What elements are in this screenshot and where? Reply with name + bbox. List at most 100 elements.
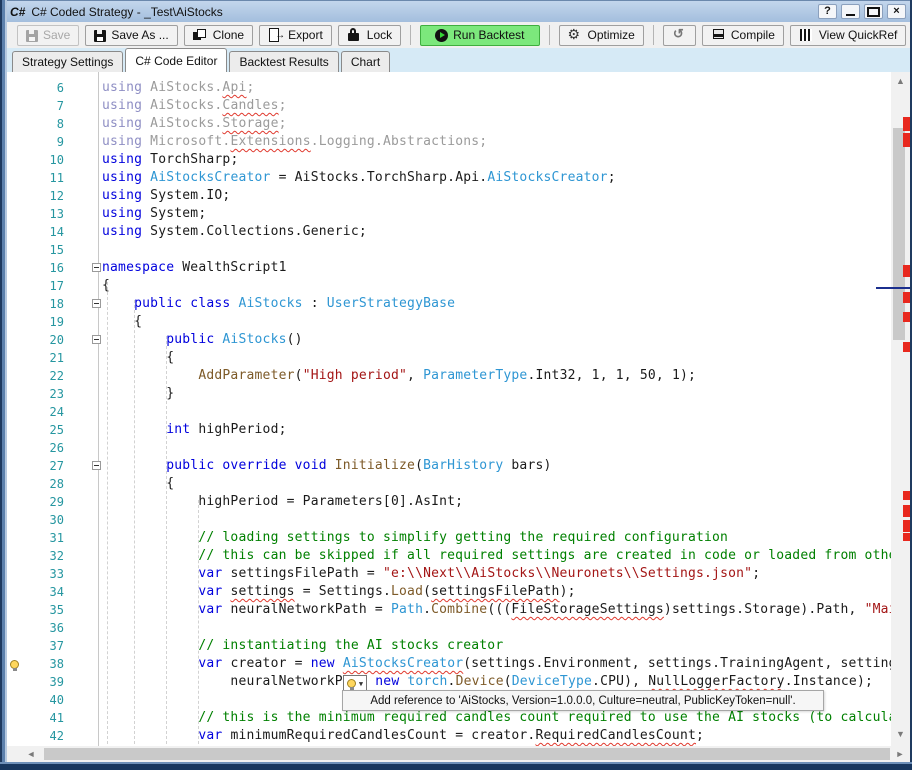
code-token: } — [102, 386, 174, 401]
help-button[interactable]: ? — [818, 4, 837, 19]
error-mark — [903, 342, 910, 352]
compile-button[interactable]: Compile — [702, 25, 784, 46]
line-number: 17 — [7, 277, 64, 295]
code-line-27: 27 public override void Initialize(BarHi… — [7, 457, 903, 475]
tab-strategy-settings[interactable]: Strategy Settings — [12, 51, 123, 72]
button-label: Run Backtest — [453, 28, 524, 42]
code-token: using — [102, 224, 150, 239]
code-token: using — [102, 170, 150, 185]
code-token: { — [102, 278, 110, 293]
margin-lightbulb-icon[interactable] — [10, 658, 19, 672]
code-line-22: 22 AddParameter("High period", Parameter… — [7, 367, 903, 385]
code-token: AddParameter — [198, 368, 294, 383]
tab-c-code-editor[interactable]: C# Code Editor — [125, 48, 227, 72]
line-number: 33 — [7, 565, 64, 583]
code-token: UserStrategyBase — [327, 296, 455, 311]
code-token: AiStocks. — [150, 116, 222, 131]
line-number: 27 — [7, 457, 64, 475]
code-line-13: 13using System; — [7, 205, 903, 223]
code-line-17: 17 { — [7, 277, 903, 295]
code-text: public override void Initialize(BarHisto… — [102, 457, 552, 475]
code-token: highPeriod; — [190, 422, 286, 437]
code-token: Device — [456, 674, 504, 689]
code-text: // this can be skipped if all required s… — [102, 547, 903, 565]
line-number: 24 — [7, 403, 64, 421]
code-line-30: 30 — [7, 511, 903, 529]
code-token: Microsoft. — [150, 134, 230, 149]
code-text: var settings = Settings.Load(settingsFil… — [102, 583, 576, 601]
gear-icon — [568, 28, 583, 42]
vertical-scroll-thumb[interactable] — [893, 128, 905, 340]
code-token — [102, 332, 166, 347]
toolbar-separator — [549, 25, 550, 45]
minimize-button[interactable] — [841, 4, 860, 19]
line-number: 8 — [7, 115, 64, 133]
code-line-12: 12using System.IO; — [7, 187, 903, 205]
code-token: // loading settings to simplify getting … — [198, 530, 728, 545]
line-number: 28 — [7, 475, 64, 493]
run-backtest-button[interactable]: Run Backtest — [420, 25, 539, 46]
clone-button[interactable]: Clone — [184, 25, 253, 46]
code-line-9: 9using Microsoft.Extensions.Logging.Abst… — [7, 133, 903, 151]
code-token — [102, 458, 166, 473]
code-token: new — [311, 656, 335, 671]
strategy-window: C# C# Coded Strategy - _Test\AiStocks ?×… — [0, 0, 912, 770]
tab-bar: Strategy SettingsC# Code EditorBacktest … — [7, 48, 910, 72]
vertical-scrollbar[interactable]: ▲ ▼ — [891, 72, 910, 746]
fold-collapse-icon[interactable] — [92, 299, 101, 308]
code-line-24: 24 — [7, 403, 903, 421]
code-line-32: 32 // this can be skipped if all require… — [7, 547, 903, 565]
export-button[interactable]: Export — [259, 25, 332, 46]
window-title: C# Coded Strategy - _Test\AiStocks — [31, 5, 222, 19]
error-mark — [903, 520, 910, 532]
line-number: 19 — [7, 313, 64, 331]
code-token: AiStocks — [222, 332, 286, 347]
scroll-left-arrow-icon[interactable]: ◄ — [24, 747, 38, 761]
code-token — [102, 566, 198, 581]
code-line-18: 18 public class AiStocks : UserStrategyB… — [7, 295, 903, 313]
scroll-right-arrow-icon[interactable]: ► — [893, 747, 907, 761]
lock-button[interactable]: Lock — [338, 25, 401, 46]
horizontal-scroll-thumb[interactable] — [44, 748, 890, 760]
code-token: .Int32, 1, 1, 50, 1); — [527, 368, 696, 383]
code-line-10: 10using TorchSharp; — [7, 151, 903, 169]
code-token: public override void — [166, 458, 335, 473]
button-label: Optimize — [588, 28, 635, 42]
line-number: 32 — [7, 547, 64, 565]
code-token: var — [198, 656, 222, 671]
maximize-button[interactable] — [864, 4, 883, 19]
code-editor[interactable]: 6using AiStocks.Api;7using AiStocks.Cand… — [7, 72, 903, 746]
code-text: { — [102, 277, 110, 295]
scroll-down-arrow-icon[interactable]: ▼ — [891, 727, 910, 741]
line-number: 36 — [7, 619, 64, 637]
scroll-up-arrow-icon[interactable]: ▲ — [891, 74, 910, 88]
code-token: .Instance); — [785, 674, 873, 689]
fold-collapse-icon[interactable] — [92, 263, 101, 272]
code-token: BarHistory — [423, 458, 503, 473]
line-number: 34 — [7, 583, 64, 601]
close-button[interactable]: × — [887, 4, 906, 19]
line-number: 20 — [7, 331, 64, 349]
refresh-button[interactable] — [663, 25, 696, 46]
code-text: using AiStocksCreator = AiStocks.TorchSh… — [102, 169, 616, 187]
code-token: Extensions — [230, 134, 310, 149]
tab-chart[interactable]: Chart — [341, 51, 390, 72]
save-button[interactable]: Save — [17, 25, 79, 46]
optimize-button[interactable]: Optimize — [559, 25, 644, 46]
save-as-button[interactable]: Save As ... — [85, 25, 177, 46]
horizontal-scrollbar[interactable]: ◄ ► — [7, 746, 910, 762]
error-mark — [903, 533, 910, 541]
code-token: ; — [696, 728, 704, 743]
error-mark — [903, 117, 910, 131]
code-token: var — [198, 566, 222, 581]
tab-backtest-results[interactable]: Backtest Results — [229, 51, 338, 72]
code-line-36: 36 — [7, 619, 903, 637]
fold-collapse-icon[interactable] — [92, 335, 101, 344]
code-token — [102, 530, 198, 545]
view-quickref-button[interactable]: View QuickRef — [790, 25, 906, 46]
code-line-41: 41 // this is the minimum required candl… — [7, 709, 903, 727]
line-number: 16 — [7, 259, 64, 277]
code-token: ; — [752, 566, 760, 581]
code-text: AddParameter("High period", ParameterTyp… — [102, 367, 696, 385]
fold-collapse-icon[interactable] — [92, 461, 101, 470]
